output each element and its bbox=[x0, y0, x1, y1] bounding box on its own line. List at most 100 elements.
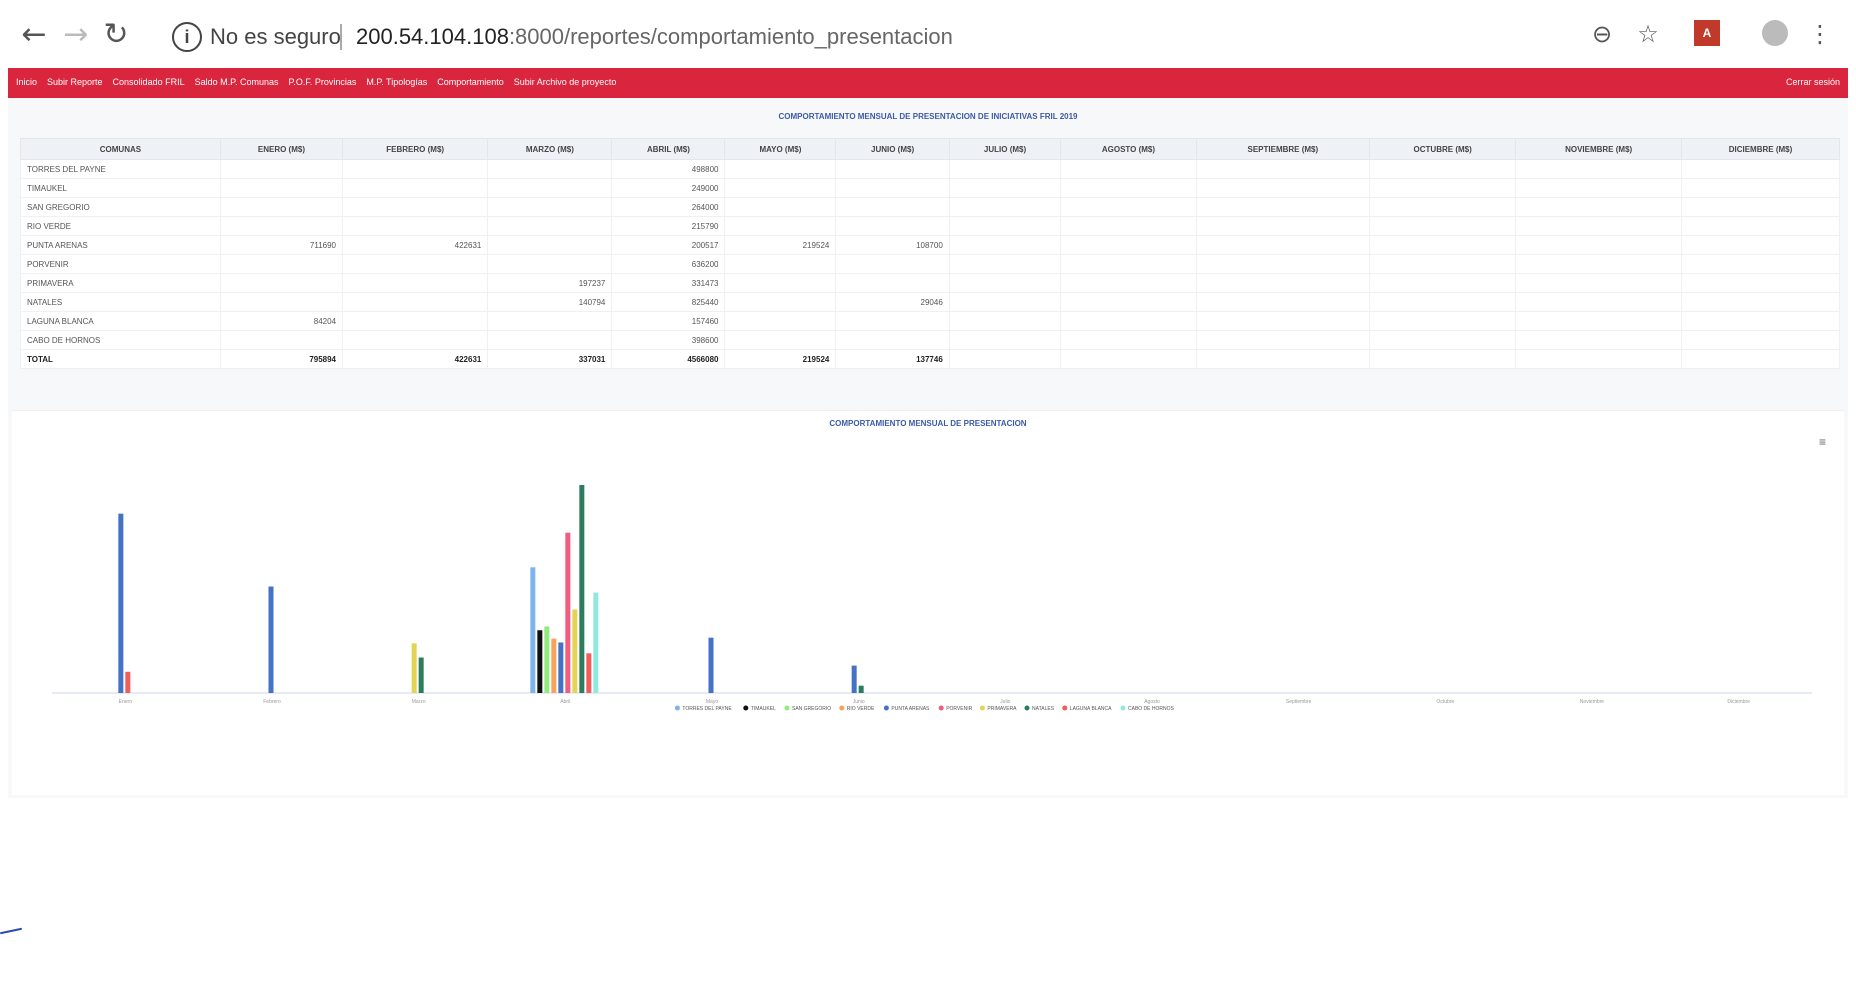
column-header: MARZO (M$) bbox=[487, 138, 613, 160]
amount-cell bbox=[948, 159, 1062, 179]
legend-item: PUNTA ARENAS bbox=[891, 706, 930, 712]
chart-bar bbox=[586, 653, 592, 693]
amount-cell bbox=[219, 273, 344, 293]
amount-cell bbox=[1515, 292, 1682, 312]
amount-cell bbox=[1195, 330, 1371, 350]
legend-item: LAGUNA BLANCA bbox=[1070, 706, 1112, 712]
amount-cell bbox=[219, 197, 344, 217]
legend-marker bbox=[674, 705, 680, 711]
amount-cell bbox=[1195, 273, 1371, 293]
amount-cell bbox=[1515, 254, 1682, 274]
amount-cell bbox=[724, 216, 837, 236]
insecure-label: No es seguro bbox=[210, 24, 341, 49]
more-vert-icon[interactable]: ⋮ bbox=[1800, 14, 1840, 54]
amount-cell: 4566080 bbox=[611, 349, 726, 369]
x-tick-label: Agosto bbox=[1144, 699, 1160, 705]
x-tick-label: Diciembre bbox=[1727, 699, 1750, 705]
nav-item[interactable]: Saldo M.P. Comunas bbox=[195, 77, 279, 87]
amount-cell bbox=[724, 273, 837, 293]
amount-cell bbox=[487, 254, 613, 274]
zoom-icon[interactable]: ⊖ bbox=[1582, 14, 1622, 54]
comuna-cell: TORRES DEL PAYNE bbox=[20, 159, 221, 179]
column-header: OCTUBRE (M$) bbox=[1369, 138, 1517, 160]
amount-cell bbox=[1060, 159, 1197, 179]
app-navbar: Inicio Subir Reporte Consolidado FRIL Saldo… bbox=[8, 68, 1848, 98]
nav-item[interactable]: P.O.F. Provincias bbox=[288, 77, 356, 87]
table-row: LAGUNA BLANCA 84204 157460 bbox=[20, 311, 1841, 331]
amount-cell bbox=[835, 216, 950, 236]
amount-cell bbox=[1195, 235, 1371, 255]
nav-item[interactable]: Subir Reporte bbox=[47, 77, 103, 87]
amount-cell: 422631 bbox=[342, 235, 489, 255]
table-row: TIMAUKEL 249000 bbox=[20, 178, 1841, 198]
amount-cell bbox=[1369, 178, 1517, 198]
reload-icon[interactable]: ↻ bbox=[96, 14, 136, 54]
chart-bar bbox=[565, 532, 571, 693]
forward-arrow-icon[interactable]: → bbox=[56, 14, 96, 54]
amount-cell bbox=[1060, 197, 1197, 217]
chart-bar bbox=[708, 637, 714, 693]
nav-item[interactable]: Consolidado FRIL bbox=[113, 77, 185, 87]
table-row: NATALES 140794 825440 29046 bbox=[20, 292, 1841, 312]
amount-cell bbox=[948, 292, 1062, 312]
amount-cell bbox=[219, 178, 344, 198]
amount-cell bbox=[948, 254, 1062, 274]
comuna-cell: TIMAUKEL bbox=[20, 178, 221, 198]
column-header: JULIO (M$) bbox=[948, 138, 1062, 160]
pdf-extension-icon[interactable]: A bbox=[1694, 20, 1720, 46]
amount-cell bbox=[724, 254, 837, 274]
amount-cell: 337031 bbox=[487, 349, 613, 369]
x-tick-label: Julio bbox=[1000, 699, 1011, 705]
chart-bar bbox=[579, 484, 585, 693]
amount-cell bbox=[1369, 235, 1517, 255]
chart-bar bbox=[530, 567, 536, 693]
nav-item[interactable]: Comportamiento bbox=[437, 77, 504, 87]
amount-cell bbox=[219, 292, 344, 312]
address-bar[interactable]: 200.54.104.108:8000/reportes/comportamie… bbox=[356, 24, 953, 50]
star-icon[interactable]: ☆ bbox=[1628, 14, 1668, 54]
amount-cell: 215790 bbox=[611, 216, 726, 236]
amount-cell bbox=[487, 330, 613, 350]
amount-cell bbox=[342, 292, 489, 312]
back-arrow-icon[interactable]: ← bbox=[14, 14, 54, 54]
amount-cell bbox=[1195, 178, 1371, 198]
amount-cell: 264000 bbox=[611, 197, 726, 217]
amount-cell bbox=[1369, 254, 1517, 274]
comuna-cell: LAGUNA BLANCA bbox=[20, 311, 221, 331]
nav-item[interactable]: Inicio bbox=[16, 77, 37, 87]
amount-cell bbox=[1515, 178, 1682, 198]
amount-cell bbox=[342, 254, 489, 274]
amount-cell bbox=[219, 216, 344, 236]
amount-cell bbox=[342, 216, 489, 236]
amount-cell bbox=[948, 197, 1062, 217]
nav-item[interactable]: Subir Archivo de proyecto bbox=[514, 77, 617, 87]
amount-cell bbox=[1680, 273, 1841, 293]
table-row: TORRES DEL PAYNE 498800 bbox=[20, 159, 1841, 179]
amount-cell bbox=[1195, 292, 1371, 312]
amount-cell bbox=[835, 178, 950, 198]
legend-marker bbox=[839, 705, 845, 711]
legend-item: NATALES bbox=[1032, 706, 1055, 712]
x-tick-label: Noviembre bbox=[1580, 699, 1604, 705]
logout-link[interactable]: Cerrar sesión bbox=[1786, 77, 1840, 87]
info-icon[interactable]: i bbox=[172, 22, 202, 52]
table-row: PORVENIR 636200 bbox=[20, 254, 1841, 274]
x-tick-label: Junio bbox=[853, 699, 865, 705]
profile-avatar-icon[interactable] bbox=[1762, 20, 1788, 46]
nav-item[interactable]: M.P. Tipologías bbox=[366, 77, 427, 87]
legend-marker bbox=[938, 705, 944, 711]
legend-item: RIO VERDE bbox=[847, 706, 875, 712]
amount-cell bbox=[487, 197, 613, 217]
amount-cell bbox=[1515, 273, 1682, 293]
amount-cell bbox=[948, 330, 1062, 350]
url-path: :8000/reportes/comportamiento_presentaci… bbox=[508, 24, 953, 49]
amount-cell bbox=[1680, 197, 1841, 217]
amount-cell bbox=[1369, 330, 1517, 350]
amount-cell bbox=[342, 311, 489, 331]
amount-cell bbox=[342, 178, 489, 198]
amount-cell bbox=[1680, 254, 1841, 274]
amount-cell: 422631 bbox=[342, 349, 489, 369]
chart-bar bbox=[118, 513, 124, 693]
comuna-cell: RIO VERDE bbox=[20, 216, 221, 236]
amount-cell bbox=[1369, 159, 1517, 179]
